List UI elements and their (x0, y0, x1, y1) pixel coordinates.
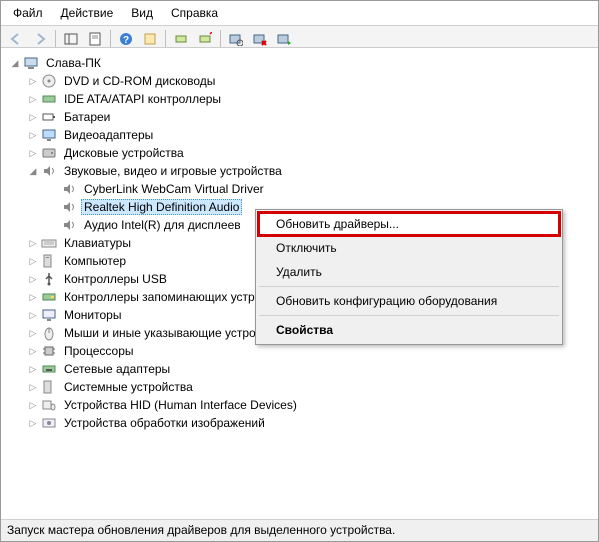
toolbar-separator (55, 30, 56, 48)
toolbar-separator (220, 30, 221, 48)
ctx-separator (259, 286, 559, 287)
category-label: Устройства обработки изображений (61, 415, 268, 431)
device-label: Аудио Intel(R) для дисплеев (81, 217, 244, 233)
category-label: DVD и CD-ROM дисководы (61, 73, 218, 89)
tree-category[interactable]: ◢ Звуковые, видео и игровые устройства (5, 162, 594, 180)
ctx-disable[interactable]: Отключить (258, 236, 560, 260)
expander-icon[interactable]: ▷ (27, 309, 39, 321)
expander-icon[interactable]: ▷ (27, 417, 39, 429)
category-icon (41, 271, 57, 287)
tree-root[interactable]: ◢ Слава-ПК (5, 54, 594, 72)
expander-icon[interactable]: ▷ (27, 327, 39, 339)
category-label: Звуковые, видео и игровые устройства (61, 163, 285, 179)
status-bar: Запуск мастера обновления драйверов для … (1, 519, 598, 541)
category-icon (41, 127, 57, 143)
expander-icon[interactable]: ▷ (27, 147, 39, 159)
category-icon (41, 397, 57, 413)
context-menu: Обновить драйверы... Отключить Удалить О… (255, 209, 563, 345)
menu-help[interactable]: Справка (163, 4, 226, 22)
category-label: Устройства HID (Human Interface Devices) (61, 397, 300, 413)
category-icon (41, 109, 57, 125)
category-label: Клавиатуры (61, 235, 134, 251)
menu-action[interactable]: Действие (53, 4, 122, 22)
tree-category[interactable]: ▷ Устройства обработки изображений (5, 414, 594, 432)
menubar: Файл Действие Вид Справка (1, 1, 598, 25)
category-icon (41, 289, 57, 305)
menu-file[interactable]: Файл (5, 4, 51, 22)
expander-icon[interactable]: ▷ (27, 381, 39, 393)
ctx-properties[interactable]: Свойства (258, 318, 560, 342)
device-label: Realtek High Definition Audio (81, 199, 242, 215)
computer-icon (23, 55, 39, 71)
category-icon (41, 235, 57, 251)
ctx-separator (259, 315, 559, 316)
category-icon (41, 307, 57, 323)
tree-category[interactable]: ▷ Батареи (5, 108, 594, 126)
toolbar-separator (165, 30, 166, 48)
category-label: IDE ATA/ATAPI контроллеры (61, 91, 224, 107)
tree-category[interactable]: ▷ Видеоадаптеры (5, 126, 594, 144)
tree-category[interactable]: ▷ Сетевые адаптеры (5, 360, 594, 378)
category-label: Батареи (61, 109, 113, 125)
sound-device-icon (61, 181, 77, 197)
sound-device-icon (61, 199, 77, 215)
ctx-remove[interactable]: Удалить (258, 260, 560, 284)
category-icon (41, 73, 57, 89)
expander-icon[interactable]: ▷ (27, 345, 39, 357)
category-icon (41, 91, 57, 107)
category-label: Дисковые устройства (61, 145, 187, 161)
ctx-scan-hardware[interactable]: Обновить конфигурацию оборудования (258, 289, 560, 313)
expander-icon[interactable]: ▷ (27, 75, 39, 87)
category-label: Компьютер (61, 253, 129, 269)
category-icon (41, 415, 57, 431)
expander-icon[interactable]: ▷ (27, 363, 39, 375)
expander-icon[interactable]: ▷ (27, 129, 39, 141)
expander-icon[interactable]: ▷ (27, 273, 39, 285)
category-icon (41, 163, 57, 179)
category-icon (41, 145, 57, 161)
ctx-update-drivers[interactable]: Обновить драйверы... (258, 212, 560, 236)
status-text: Запуск мастера обновления драйверов для … (7, 523, 395, 537)
expander-icon[interactable]: ▷ (27, 93, 39, 105)
category-label: Мониторы (61, 307, 124, 323)
expander-icon[interactable]: ◢ (27, 165, 39, 177)
tree-category[interactable]: ▷ Системные устройства (5, 378, 594, 396)
category-icon (41, 343, 57, 359)
svg-text:?: ? (123, 35, 129, 46)
category-icon (41, 379, 57, 395)
menu-view[interactable]: Вид (123, 4, 161, 22)
category-icon (41, 325, 57, 341)
expander-icon[interactable]: ◢ (9, 57, 21, 69)
tree-device[interactable]: CyberLink WebCam Virtual Driver (5, 180, 594, 198)
device-label: CyberLink WebCam Virtual Driver (81, 181, 267, 197)
category-label: Процессоры (61, 343, 137, 359)
category-label: Контроллеры USB (61, 271, 170, 287)
expander-icon[interactable]: ▷ (27, 399, 39, 411)
tree-category[interactable]: ▷ IDE ATA/ATAPI контроллеры (5, 90, 594, 108)
category-label: Сетевые адаптеры (61, 361, 173, 377)
tree-category[interactable]: ▷ Дисковые устройства (5, 144, 594, 162)
expander-icon[interactable]: ▷ (27, 237, 39, 249)
root-label: Слава-ПК (43, 55, 104, 71)
expander-icon[interactable]: ▷ (27, 111, 39, 123)
category-icon (41, 361, 57, 377)
tree-category[interactable]: ▷ DVD и CD-ROM дисководы (5, 72, 594, 90)
category-label: Системные устройства (61, 379, 196, 395)
category-label: Видеоадаптеры (61, 127, 156, 143)
tree-category[interactable]: ▷ Устройства HID (Human Interface Devices… (5, 396, 594, 414)
toolbar-separator (110, 30, 111, 48)
expander-icon[interactable]: ▷ (27, 255, 39, 267)
category-icon (41, 253, 57, 269)
sound-device-icon (61, 217, 77, 233)
expander-icon[interactable]: ▷ (27, 291, 39, 303)
